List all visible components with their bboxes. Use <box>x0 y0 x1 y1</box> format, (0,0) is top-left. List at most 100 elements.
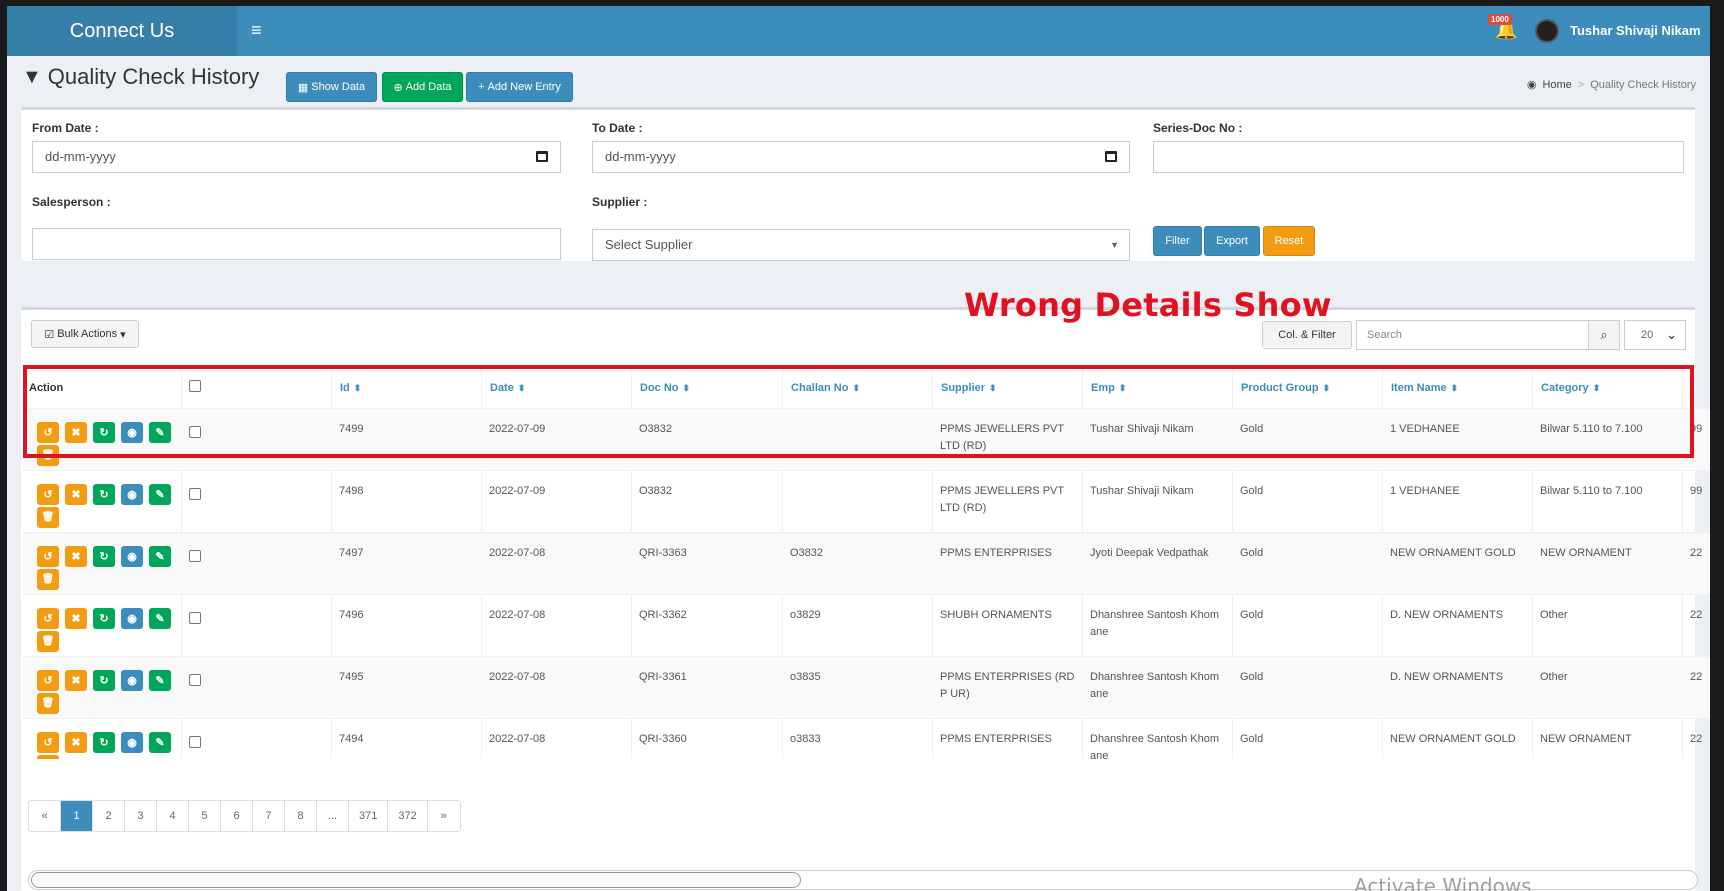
sort-icon[interactable]: ⬍ <box>1451 383 1459 393</box>
salesperson-input[interactable] <box>32 228 561 260</box>
row-checkbox[interactable] <box>189 550 201 562</box>
cancel-icon[interactable]: ✖ <box>65 484 87 505</box>
row-checkbox[interactable] <box>189 426 201 438</box>
eye-icon[interactable]: ◉ <box>121 670 143 691</box>
eye-icon[interactable]: ◉ <box>121 484 143 505</box>
reset-button[interactable]: Reset <box>1263 226 1315 256</box>
row-checkbox[interactable] <box>189 674 201 686</box>
per-page-select[interactable]: 20 ⌄ <box>1624 320 1686 350</box>
table-row[interactable]: ↺ ✖ ↻ ◉ ✎ 🗑 7495 2022-07-08 QRI-3361 o3835 PPMS EN… <box>23 656 1710 718</box>
trash-icon[interactable]: 🗑 <box>37 631 59 652</box>
sort-icon[interactable]: ⬍ <box>1593 383 1601 393</box>
column-header-emp[interactable]: Emp ⬍ <box>1091 368 1126 408</box>
add-new-entry-button[interactable]: + Add New Entry <box>466 72 573 102</box>
history-icon[interactable]: ↺ <box>37 608 59 629</box>
pagination-page[interactable]: 8 <box>285 801 317 831</box>
eye-icon[interactable]: ◉ <box>121 422 143 443</box>
sort-icon[interactable]: ⬍ <box>518 383 526 393</box>
show-data-button[interactable]: ▦ Show Data <box>286 72 377 102</box>
pagination-page[interactable]: 371 <box>349 801 389 831</box>
eye-icon[interactable]: ◉ <box>121 608 143 629</box>
pencil-icon[interactable]: ✎ <box>149 670 171 691</box>
to-date-input[interactable]: dd-mm-yyyy <box>592 141 1130 173</box>
trash-icon[interactable]: 🗑 <box>37 755 59 759</box>
cancel-icon[interactable]: ✖ <box>65 422 87 443</box>
eye-icon[interactable]: ◉ <box>121 732 143 753</box>
table-row[interactable]: ↺ ✖ ↻ ◉ ✎ 🗑 7496 2022-07-08 QRI-3362 o3829 SHUBH O… <box>23 594 1710 656</box>
menu-toggle-icon[interactable]: ≡ <box>251 20 262 41</box>
pagination-page[interactable]: 372 <box>388 801 428 831</box>
history-icon[interactable]: ↺ <box>37 732 59 753</box>
revert-icon[interactable]: ↻ <box>93 732 115 753</box>
sort-icon[interactable]: ⬍ <box>852 383 860 393</box>
column-header-category[interactable]: Category ⬍ <box>1541 368 1600 408</box>
column-header-doc-no[interactable]: Doc No ⬍ <box>640 368 690 408</box>
cancel-icon[interactable]: ✖ <box>65 670 87 691</box>
revert-icon[interactable]: ↻ <box>93 546 115 567</box>
pagination-page[interactable]: ... <box>317 801 349 831</box>
column-header-supplier[interactable]: Supplier ⬍ <box>941 368 997 408</box>
pagination-page[interactable]: 6 <box>221 801 253 831</box>
table-row[interactable]: ↺ ✖ ↻ ◉ ✎ 🗑 7498 2022-07-09 O3832 PPMS JEWELLERS … <box>23 470 1710 532</box>
column-header-product-group[interactable]: Product Group ⬍ <box>1241 368 1330 408</box>
column-header-item-name[interactable]: Item Name ⬍ <box>1391 368 1458 408</box>
select-all-checkbox[interactable] <box>189 380 201 392</box>
pencil-icon[interactable]: ✎ <box>149 546 171 567</box>
brand-logo[interactable]: Connect Us <box>7 6 237 56</box>
sort-icon[interactable]: ⬍ <box>1323 383 1331 393</box>
filter-button[interactable]: Filter <box>1153 226 1202 256</box>
user-name[interactable]: Tushar Shivaji Nikam <box>1570 6 1701 56</box>
pagination-page[interactable]: 5 <box>189 801 221 831</box>
export-button[interactable]: Export <box>1204 226 1260 256</box>
sort-icon[interactable]: ⬍ <box>1119 383 1127 393</box>
row-checkbox[interactable] <box>189 736 201 748</box>
history-icon[interactable]: ↺ <box>37 484 59 505</box>
pencil-icon[interactable]: ✎ <box>149 484 171 505</box>
pagination-page[interactable]: 3 <box>125 801 157 831</box>
eye-icon[interactable]: ◉ <box>121 546 143 567</box>
search-input[interactable]: Search <box>1356 320 1589 350</box>
supplier-select[interactable]: Select Supplier ▼ <box>592 229 1130 261</box>
row-checkbox[interactable] <box>189 612 201 624</box>
pagination-page[interactable]: 2 <box>93 801 125 831</box>
history-icon[interactable]: ↺ <box>37 670 59 691</box>
pagination-page[interactable]: 4 <box>157 801 189 831</box>
trash-icon[interactable]: 🗑 <box>37 507 59 528</box>
cancel-icon[interactable]: ✖ <box>65 732 87 753</box>
pencil-icon[interactable]: ✎ <box>149 422 171 443</box>
search-icon[interactable]: ⌕ <box>1588 320 1620 350</box>
table-row[interactable]: ↺ ✖ ↻ ◉ ✎ 🗑 7499 2022-07-09 O3832 PPMS JEWELLERS … <box>23 408 1710 470</box>
trash-icon[interactable]: 🗑 <box>37 693 59 714</box>
avatar[interactable] <box>1535 19 1559 43</box>
column-header-id[interactable]: Id ⬍ <box>340 368 361 408</box>
pagination-prev[interactable]: « <box>29 801 61 831</box>
sort-icon[interactable]: ⬍ <box>683 383 691 393</box>
calendar-icon[interactable] <box>536 151 548 162</box>
add-data-button[interactable]: ⊕ Add Data <box>382 72 463 102</box>
scrollbar-thumb[interactable] <box>31 872 801 888</box>
from-date-input[interactable]: dd-mm-yyyy <box>32 141 561 173</box>
cancel-icon[interactable]: ✖ <box>65 546 87 567</box>
column-filter-button[interactable]: Col. & Filter <box>1262 321 1352 349</box>
trash-icon[interactable]: 🗑 <box>37 569 59 590</box>
calendar-icon[interactable] <box>1105 151 1117 162</box>
row-checkbox[interactable] <box>189 488 201 500</box>
series-doc-input[interactable] <box>1153 141 1684 173</box>
table-row[interactable]: ↺ ✖ ↻ ◉ ✎ 🗑 7497 2022-07-08 QRI-3363 O3832 PPMS EN… <box>23 532 1710 594</box>
column-header-challan-no[interactable]: Challan No ⬍ <box>791 368 860 408</box>
column-header-date[interactable]: Date ⬍ <box>490 368 525 408</box>
revert-icon[interactable]: ↻ <box>93 670 115 691</box>
breadcrumb-home[interactable]: Home <box>1542 79 1571 91</box>
pagination-page[interactable]: 7 <box>253 801 285 831</box>
cancel-icon[interactable]: ✖ <box>65 608 87 629</box>
revert-icon[interactable]: ↻ <box>93 484 115 505</box>
sort-icon[interactable]: ⬍ <box>354 383 362 393</box>
table-row[interactable]: ↺ ✖ ↻ ◉ ✎ 🗑 7494 2022-07-08 QRI-3360 o3833 PPMS EN… <box>23 718 1710 759</box>
revert-icon[interactable]: ↻ <box>93 422 115 443</box>
sort-icon[interactable]: ⬍ <box>989 383 997 393</box>
pencil-icon[interactable]: ✎ <box>149 608 171 629</box>
history-icon[interactable]: ↺ <box>37 546 59 567</box>
pagination-next[interactable]: » <box>428 801 460 831</box>
history-icon[interactable]: ↺ <box>37 422 59 443</box>
revert-icon[interactable]: ↻ <box>93 608 115 629</box>
